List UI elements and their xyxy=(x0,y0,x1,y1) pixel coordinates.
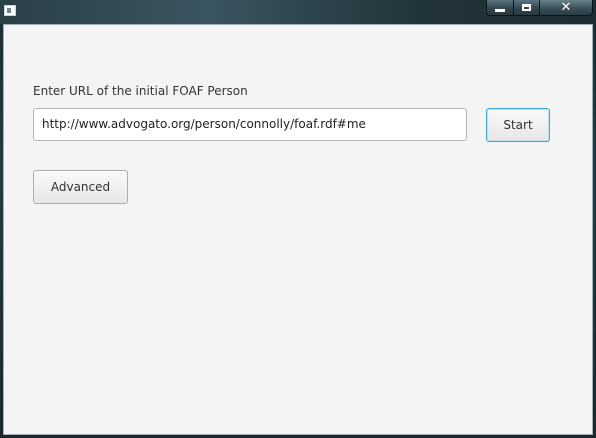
title-bar[interactable]: ✕ xyxy=(0,0,596,24)
close-icon: ✕ xyxy=(560,0,572,15)
maximize-icon xyxy=(522,4,531,11)
application-window: ✕ Enter URL of the initial FOAF Person h… xyxy=(0,0,596,438)
app-icon[interactable] xyxy=(4,5,16,16)
minimize-icon xyxy=(495,8,505,12)
advanced-button[interactable]: Advanced xyxy=(33,170,128,204)
maximize-button[interactable] xyxy=(514,0,540,16)
url-prompt-label: Enter URL of the initial FOAF Person xyxy=(33,84,248,98)
minimize-button[interactable] xyxy=(486,0,514,16)
content-pane: Enter URL of the initial FOAF Person htt… xyxy=(3,24,593,435)
url-input[interactable]: http://www.advogato.org/person/connolly/… xyxy=(33,108,467,141)
window-controls: ✕ xyxy=(486,0,593,16)
close-button[interactable]: ✕ xyxy=(540,0,593,16)
start-button[interactable]: Start xyxy=(486,108,550,142)
